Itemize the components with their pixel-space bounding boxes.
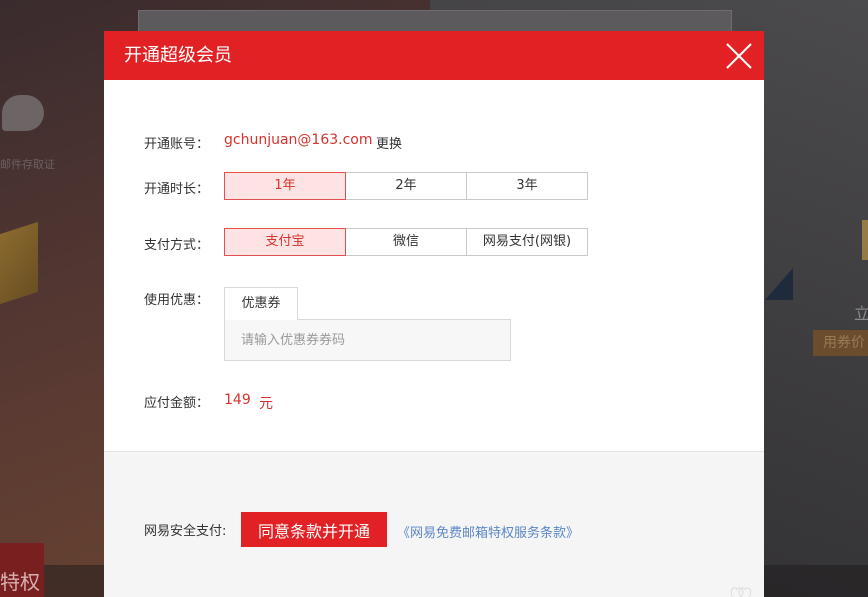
background-decor-triangle (765, 268, 793, 300)
dialog-footer: 网易安全支付: 同意条款并开通 《网易免费邮箱特权服务条款》 (104, 451, 764, 597)
duration-option-1y[interactable]: 1年 (224, 172, 346, 200)
background-right-edge (862, 220, 868, 260)
coupon-tab[interactable]: 优惠券 (224, 287, 298, 320)
vip-activation-dialog: 开通超级会员 开通账号： gchunjuan@163.com 更换 开通时长： … (104, 31, 764, 597)
coupon-label: 使用优惠： (144, 293, 210, 308)
dialog-header: 开通超级会员 (104, 31, 764, 80)
background-price-tag: 用券价 (813, 330, 868, 356)
secure-payment-label: 网易安全支付: (144, 524, 227, 539)
coupon-input-box (224, 319, 511, 361)
price-unit: 元 (259, 396, 273, 412)
payment-option-netease[interactable]: 网易支付(网银) (466, 228, 588, 256)
duration-options: 1年 2年 3年 (224, 172, 588, 200)
background-privilege-text: 特权 (0, 570, 40, 594)
duration-label: 开通时长： (144, 182, 210, 197)
account-label: 开通账号： (144, 137, 210, 152)
duration-option-2y[interactable]: 2年 (345, 172, 467, 200)
dialog-body: 开通账号： gchunjuan@163.com 更换 开通时长： 1年 2年 3… (104, 80, 764, 450)
heart-icon (730, 587, 752, 597)
service-terms-link[interactable]: 《网易免费邮箱特权服务条款》 (397, 522, 579, 541)
background-chat-bubble-icon (2, 95, 44, 131)
background-bubble-text: 邮件存取证 (0, 158, 55, 171)
duration-option-3y[interactable]: 3年 (466, 172, 588, 200)
price-value: 149 (224, 392, 251, 408)
background-right-text: 立 (854, 304, 868, 323)
background-decor-shape (0, 221, 38, 305)
payment-label: 支付方式： (144, 238, 210, 253)
close-icon (726, 43, 752, 69)
coupon-code-input[interactable] (225, 320, 510, 360)
payment-option-alipay[interactable]: 支付宝 (224, 228, 346, 256)
change-account-link[interactable]: 更换 (376, 133, 402, 152)
payment-options: 支付宝 微信 网易支付(网银) (224, 228, 588, 256)
close-button[interactable] (726, 43, 752, 69)
agree-and-activate-button[interactable]: 同意条款并开通 (241, 512, 387, 547)
payment-option-wechat[interactable]: 微信 (345, 228, 467, 256)
dialog-title: 开通超级会员 (124, 45, 232, 66)
account-email: gchunjuan@163.com (224, 132, 373, 148)
price-label: 应付金额： (144, 396, 210, 411)
